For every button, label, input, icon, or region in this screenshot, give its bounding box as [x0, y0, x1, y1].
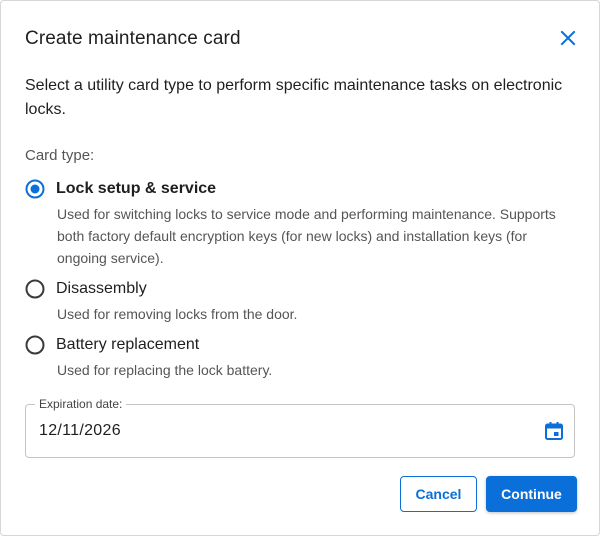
option-description: Used for removing locks from the door. [57, 306, 298, 322]
close-icon [560, 30, 576, 46]
expiration-date-value[interactable]: 12/11/2026 [39, 422, 121, 440]
option-title: Battery replacement [56, 336, 200, 353]
option-description: Used for switching locks to service mode… [57, 206, 556, 266]
option-title: Lock setup & service [56, 180, 217, 197]
calendar-icon[interactable] [544, 421, 564, 441]
expiration-date-label: Expiration date: [35, 397, 127, 411]
radio-unselected-icon[interactable] [25, 279, 45, 299]
radio-selected-icon[interactable] [25, 179, 45, 199]
radio-unselected-icon[interactable] [25, 335, 45, 355]
continue-button[interactable]: Continue [486, 476, 577, 512]
expiration-date-field[interactable]: Expiration date: 12/11/2026 [25, 397, 575, 458]
dialog-title: Create maintenance card [25, 28, 241, 49]
card-type-label: Card type: [25, 147, 95, 164]
create-maintenance-card-dialog: Create maintenance card Select a utility… [0, 0, 600, 536]
option-description: Used for replacing the lock battery. [57, 362, 273, 378]
dialog-description: Select a utility card type to perform sp… [25, 77, 563, 118]
close-button[interactable] [557, 27, 579, 49]
option-title: Disassembly [56, 280, 147, 297]
cancel-button[interactable]: Cancel [400, 476, 477, 512]
